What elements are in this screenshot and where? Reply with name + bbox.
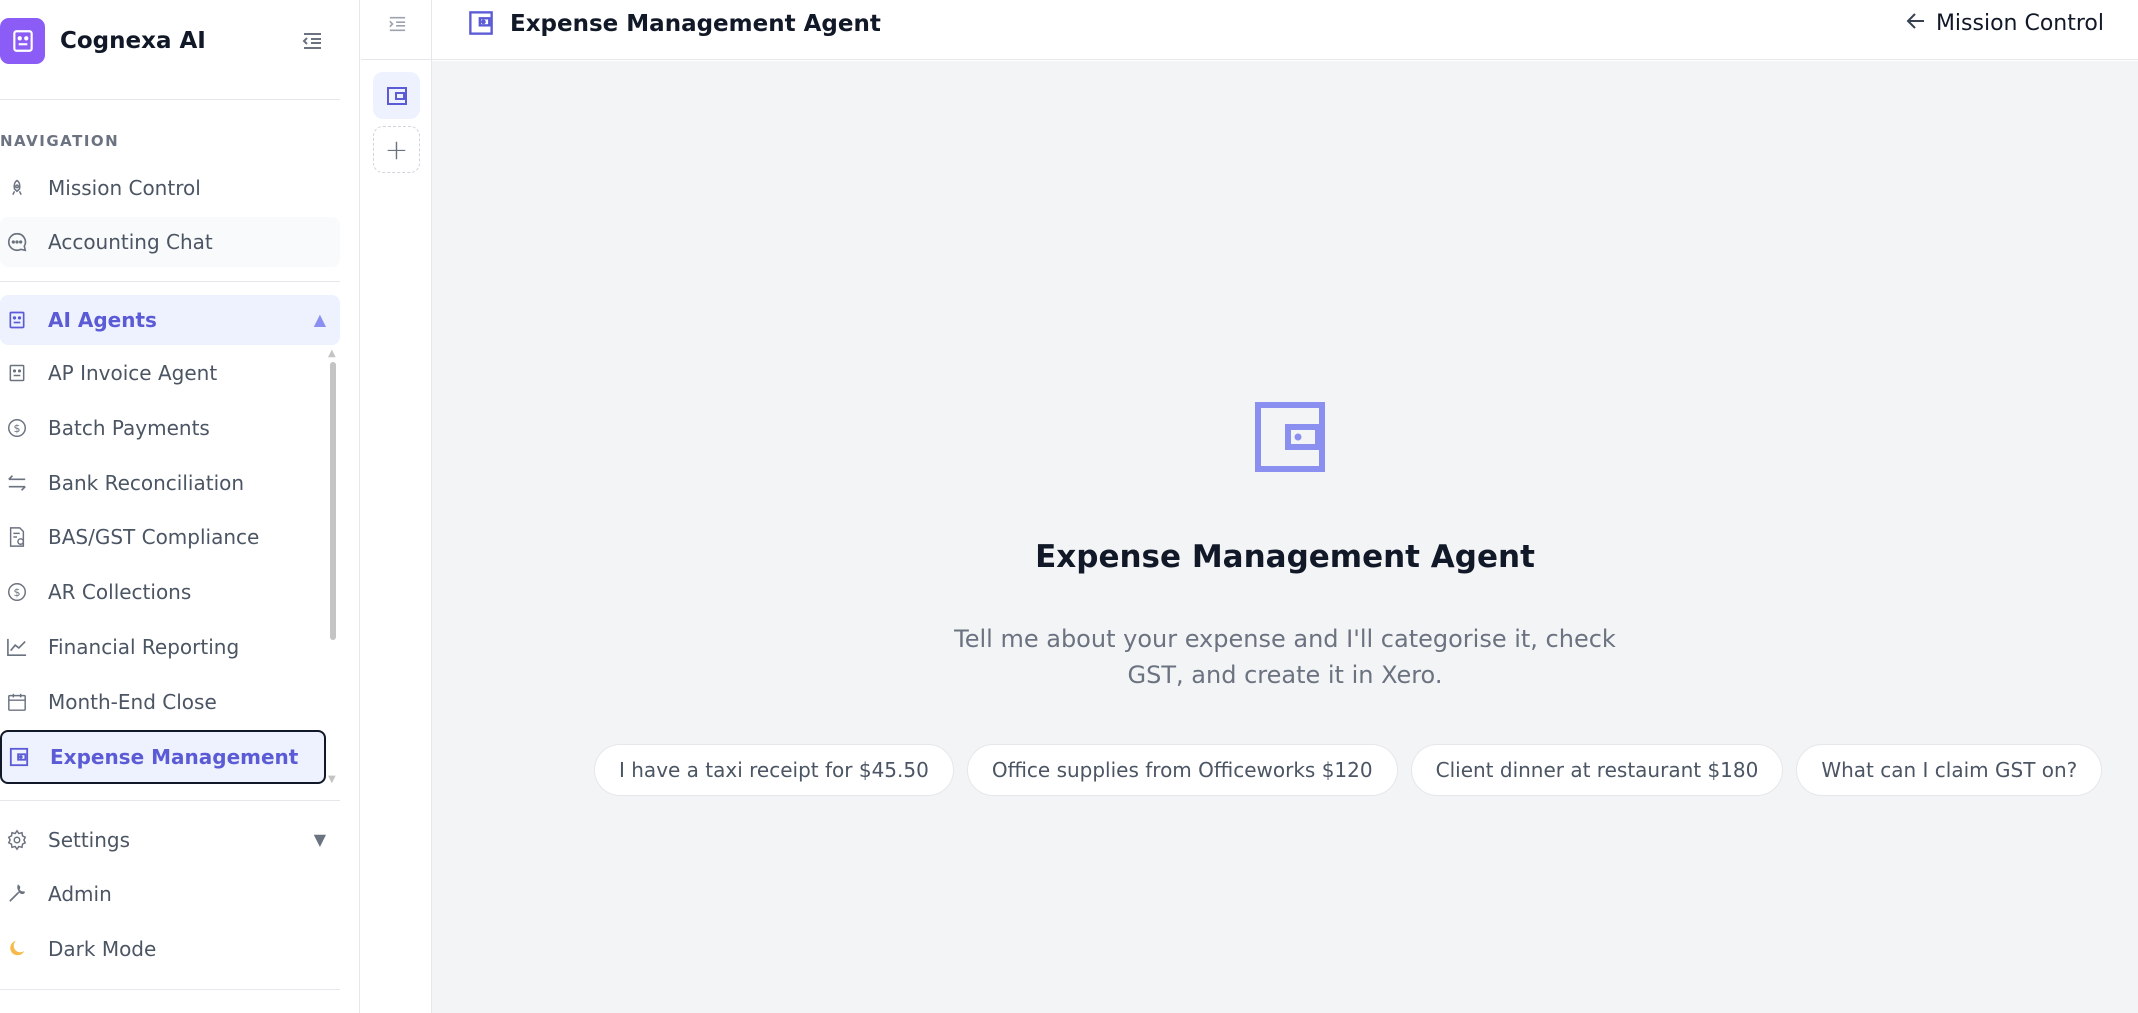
dark-mode-toggle[interactable]: Dark Mode xyxy=(0,924,340,974)
agent-rail: + xyxy=(361,0,432,1013)
sidebar-item-label: BAS/GST Compliance xyxy=(48,525,260,549)
nav-heading: NAVIGATION xyxy=(0,132,120,150)
sidebar-item-batch-payments[interactable]: $ Batch Payments xyxy=(0,403,340,453)
sidebar-item-ap-invoice-agent[interactable]: AP Invoice Agent xyxy=(0,348,340,398)
rocket-icon xyxy=(4,175,30,201)
arrows-icon xyxy=(4,470,30,496)
arrow-left-icon xyxy=(1906,11,1926,36)
sidebar-item-bas-gst-compliance[interactable]: BAS/GST Compliance xyxy=(0,512,340,562)
chevron-up-icon: ▲ xyxy=(313,310,326,329)
agent-description: Tell me about your expense and I'll cate… xyxy=(954,625,1616,689)
chevron-down-icon: ▼ xyxy=(313,830,326,849)
wallet-icon xyxy=(6,744,32,770)
sidebar-item-ar-collections[interactable]: $ AR Collections xyxy=(0,567,340,617)
robot-logo-icon xyxy=(0,18,45,64)
wallet-icon xyxy=(1254,401,1326,473)
dollar-icon: $ xyxy=(4,579,30,605)
moon-icon xyxy=(4,936,30,962)
calendar-icon xyxy=(4,689,30,715)
sidebar-item-label: Bank Reconciliation xyxy=(48,471,245,495)
chat-icon xyxy=(4,229,30,255)
divider xyxy=(361,59,432,60)
wrench-icon xyxy=(4,881,30,907)
expand-panel-button[interactable] xyxy=(383,12,411,36)
sidebar-item-label: Accounting Chat xyxy=(48,230,213,254)
chat-area: Expense Management Agent Tell me about y… xyxy=(432,61,2138,1013)
suggestion-chip[interactable]: What can I claim GST on? xyxy=(1796,744,2103,796)
back-to-mission-control-link[interactable]: Mission Control xyxy=(1906,11,2104,36)
sidebar-item-label: Financial Reporting xyxy=(48,635,240,659)
collapse-menu-icon xyxy=(302,33,321,49)
scroll-down-arrow[interactable]: ▼ xyxy=(328,774,336,785)
sidebar-item-label: Dark Mode xyxy=(48,937,157,961)
receipt-icon xyxy=(4,524,30,550)
svg-text:$: $ xyxy=(14,586,21,599)
sidebar-item-label: Month-End Close xyxy=(48,690,217,714)
divider xyxy=(0,800,340,801)
collapse-sidebar-button[interactable] xyxy=(298,28,326,54)
sidebar-item-expense-management[interactable]: Expense Management xyxy=(0,730,326,784)
sidebar-item-label: Batch Payments xyxy=(48,416,210,440)
sidebar-item-admin[interactable]: Admin xyxy=(0,869,340,919)
sidebar: Cognexa AI NAVIGATION Mission Control Ac… xyxy=(0,0,360,1013)
gear-icon xyxy=(4,827,30,853)
back-link-label: Mission Control xyxy=(1935,11,2104,36)
suggestion-chip[interactable]: I have a taxi receipt for $45.50 xyxy=(594,744,954,796)
svg-text:$: $ xyxy=(14,422,21,435)
robot-icon xyxy=(4,360,30,386)
sidebar-item-bank-reconciliation[interactable]: Bank Reconciliation xyxy=(0,458,340,508)
sidebar-scrollbar[interactable] xyxy=(330,362,336,640)
agent-title: Expense Management Agent xyxy=(1035,539,1535,575)
wallet-icon xyxy=(386,86,407,105)
suggestion-chip[interactable]: Client dinner at restaurant $180 xyxy=(1410,744,1784,796)
wallet-icon xyxy=(468,10,494,36)
add-agent-button[interactable]: + xyxy=(373,126,420,173)
divider xyxy=(0,99,340,100)
sidebar-item-month-end-close[interactable]: Month-End Close xyxy=(0,677,340,727)
sidebar-item-settings[interactable]: Settings ▼ xyxy=(0,815,340,865)
sidebar-item-mission-control[interactable]: Mission Control xyxy=(0,163,340,213)
sidebar-item-label: Expense Management xyxy=(50,745,299,769)
sidebar-item-label: Admin xyxy=(48,882,112,906)
dollar-icon: $ xyxy=(4,415,30,441)
plus-icon: + xyxy=(384,133,409,166)
suggestion-chips: I have a taxi receipt for $45.50 Office … xyxy=(594,744,2103,796)
expand-menu-icon xyxy=(389,16,406,32)
sidebar-group-label: AI Agents xyxy=(48,308,157,332)
divider xyxy=(0,989,340,990)
current-agent-button[interactable] xyxy=(373,72,420,119)
sidebar-item-label: Settings xyxy=(48,828,131,852)
chart-icon xyxy=(4,634,30,660)
scroll-up-arrow[interactable]: ▲ xyxy=(328,348,336,359)
divider xyxy=(0,281,340,282)
brand: Cognexa AI xyxy=(0,18,360,66)
sidebar-item-label: Mission Control xyxy=(48,176,201,200)
sidebar-item-financial-reporting[interactable]: Financial Reporting xyxy=(0,622,340,672)
sidebar-group-ai-agents[interactable]: AI Agents ▲ xyxy=(0,295,340,345)
sidebar-item-label: AR Collections xyxy=(48,580,192,604)
robot-icon xyxy=(4,307,30,333)
brand-name: Cognexa AI xyxy=(60,28,206,54)
sidebar-item-accounting-chat[interactable]: Accounting Chat xyxy=(0,217,340,267)
page-header: Expense Management Agent Mission Control xyxy=(432,0,2138,60)
sidebar-item-label: AP Invoice Agent xyxy=(48,361,218,385)
suggestion-chip[interactable]: Office supplies from Officeworks $120 xyxy=(966,744,1398,796)
page-title: Expense Management Agent xyxy=(510,11,881,37)
